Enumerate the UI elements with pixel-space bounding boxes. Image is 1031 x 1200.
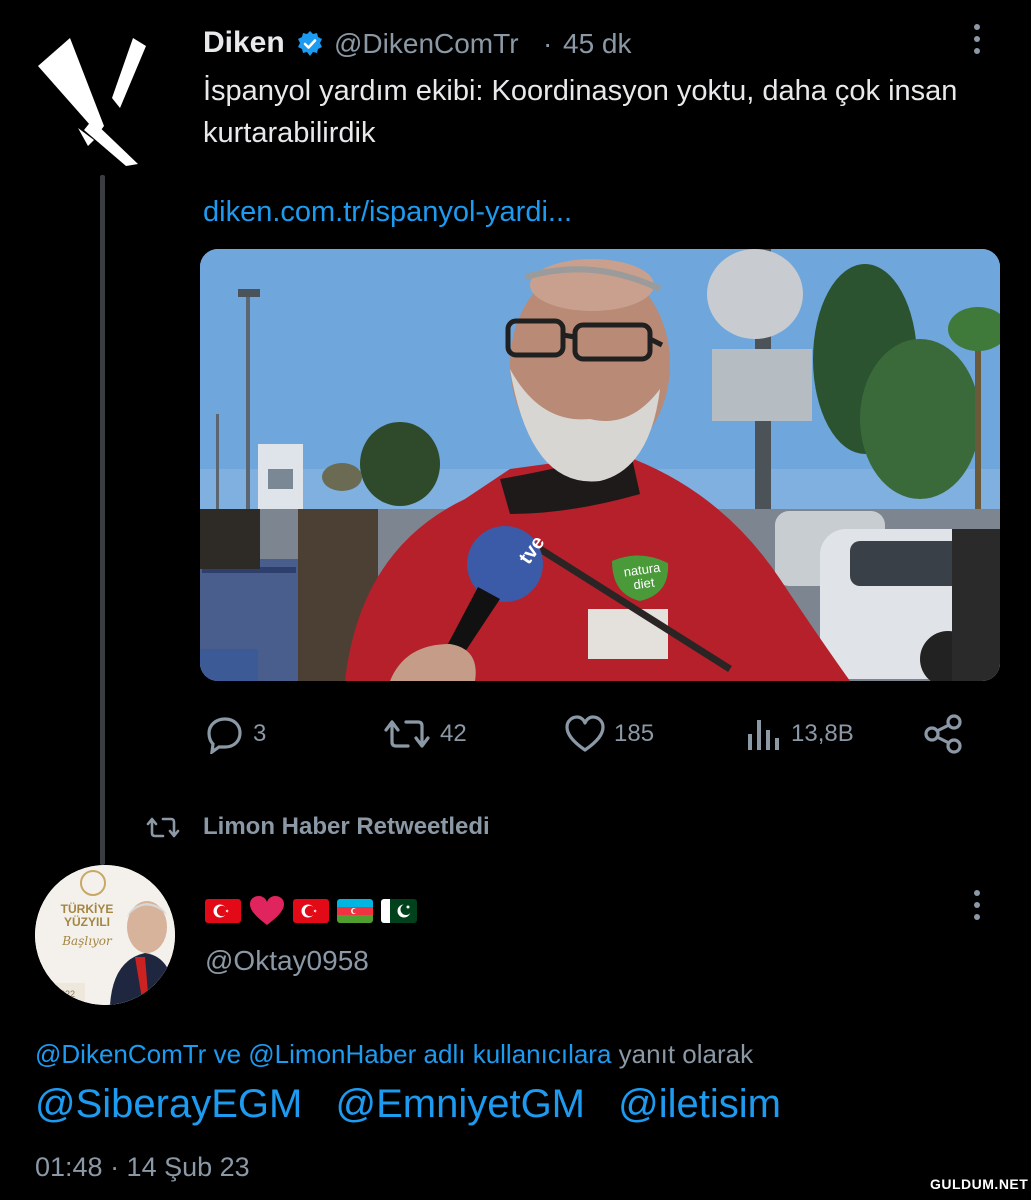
view-count: 13,8B (791, 720, 854, 747)
avatar-text-script: Başlıyor (62, 934, 112, 948)
retweet-icon (384, 720, 430, 748)
mention-link[interactable]: @iletisim (618, 1082, 781, 1126)
turkey-flag-icon (205, 899, 241, 923)
turkey-flag-icon (293, 899, 329, 923)
verified-icon (296, 30, 324, 58)
more-icon[interactable] (972, 24, 982, 64)
share-icon (924, 714, 962, 754)
reply-text: @SiberayEGM @EmniyetGM @iletisim (35, 1082, 803, 1127)
avatar-text-line2: YÜZYILI (63, 915, 110, 929)
avatar-text-year: 2022 (55, 989, 76, 999)
replying-to-users-label[interactable]: adlı kullanıcılara (424, 1039, 612, 1069)
reply-timestamp[interactable]: 01:48 · 14 Şub 23 (35, 1152, 250, 1183)
azerbaijan-flag-icon (337, 899, 373, 923)
replying-to-and: ve (213, 1039, 242, 1069)
replying-to: @DikenComTr ve @LimonHaber adlı kullanıc… (35, 1039, 753, 1070)
thread-line (100, 175, 105, 865)
reply-icon (207, 717, 242, 754)
media-photo (200, 249, 1000, 681)
replying-to-suffix: yanıt olarak (618, 1039, 754, 1069)
tweet-time[interactable]: 45 dk (563, 28, 632, 60)
tweet-media-image[interactable]: tve natura diet (200, 249, 1000, 681)
views-icon (748, 720, 779, 750)
retweet-button[interactable]: 42 (382, 712, 467, 756)
retweet-count: 42 (440, 720, 467, 747)
like-button[interactable]: 185 (564, 712, 654, 756)
reply-author-handle[interactable]: @Oktay0958 (205, 945, 369, 977)
retweet-notice-icon (145, 813, 181, 848)
retweet-notice[interactable]: Limon Haber Retweetledi (203, 813, 490, 841)
display-name-flags (205, 896, 417, 926)
replying-to-user-2[interactable]: @LimonHaber (248, 1039, 416, 1069)
watermark: GULDUM.NET (930, 1176, 1029, 1192)
author-handle[interactable]: @DikenComTr (334, 28, 519, 60)
diken-logo-avatar[interactable] (38, 38, 146, 166)
heart-icon (249, 896, 285, 926)
more-icon[interactable] (972, 890, 982, 930)
separator-dot: · (543, 28, 553, 59)
share-button[interactable] (922, 712, 964, 756)
mention-link[interactable]: @SiberayEGM (35, 1082, 302, 1126)
replying-to-user-1[interactable]: @DikenComTr (35, 1039, 206, 1069)
like-count: 185 (614, 720, 655, 747)
author-name[interactable]: Diken (203, 26, 285, 60)
diken-logo-icon (38, 38, 146, 166)
like-icon (565, 715, 605, 752)
tweet-text: İspanyol yardım ekibi: Koordinasyon yokt… (203, 75, 958, 149)
reply-count: 3 (253, 720, 267, 747)
reply-button[interactable]: 3 (205, 712, 266, 756)
mention-link[interactable]: @EmniyetGM (335, 1082, 585, 1126)
pakistan-flag-icon (381, 899, 417, 923)
views-button[interactable]: 13,8B (745, 712, 854, 756)
avatar[interactable]: TÜRKİYE YÜZYILI Başlıyor 2022 (35, 865, 175, 1005)
tweet-link[interactable]: diken.com.tr/ispanyol-yardi... (203, 196, 572, 229)
